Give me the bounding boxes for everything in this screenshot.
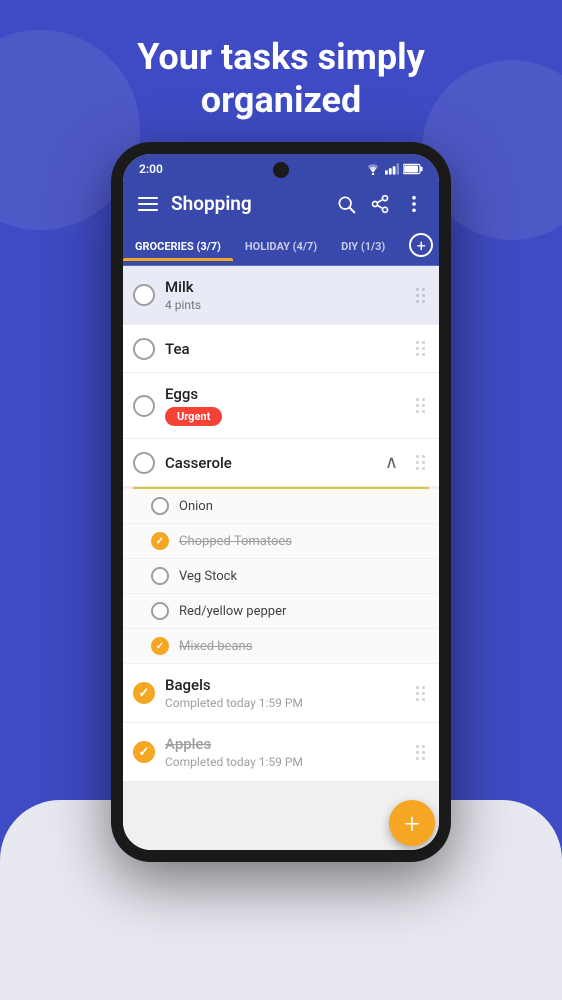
checkbox-tea[interactable] [133,338,155,360]
drag-handle-bagels [412,682,429,705]
milk-text: Milk 4 pints [165,278,402,312]
search-icon[interactable] [335,193,357,215]
list-item-eggs: Eggs Urgent [123,373,439,439]
app-title: Shopping [171,192,323,215]
checkbox-apples[interactable] [133,741,155,763]
list-item-bagels: Bagels Completed today 1:59 PM [123,664,439,723]
eggs-title: Eggs [165,385,402,403]
sub-item-onion-label: Onion [179,499,213,514]
list-content: Milk 4 pints Tea [123,266,439,850]
header-line1: Your tasks simply [137,36,424,78]
list-item-apples: Apples Completed today 1:59 PM [123,723,439,782]
header-section: Your tasks simply organized [0,0,562,142]
casserole-text: Casserole [165,454,375,472]
bagels-title: Bagels [165,676,402,694]
add-list-button[interactable]: + [397,225,439,265]
sub-item-beans-label: Mixed beans [179,639,252,654]
header-title: Your tasks simply organized [40,36,522,122]
list-item-tea: Tea [123,325,439,373]
tea-title: Tea [165,340,402,358]
drag-handle-milk [412,284,429,307]
casserole-sub-items: Onion Chopped Tomatoes Veg Stock [123,489,439,664]
casserole-title: Casserole [165,454,375,472]
urgent-badge: Urgent [165,407,222,426]
sub-item-pepper-label: Red/yellow pepper [179,604,286,619]
sub-item-vegstock-label: Veg Stock [179,569,237,584]
battery-icon [403,163,423,175]
tab-groceries[interactable]: GROCERIES (3/7) [123,230,233,261]
sub-checkbox-beans[interactable] [151,637,169,655]
more-icon[interactable] [403,193,425,215]
checkbox-bagels[interactable] [133,682,155,704]
sub-item-beans: Mixed beans [123,629,439,664]
list-item-casserole-group: Casserole ∧ [123,439,439,664]
sub-item-tomatoes-label: Chopped Tomatoes [179,534,292,549]
apples-text: Apples Completed today 1:59 PM [165,735,402,769]
sub-item-onion: Onion [123,489,439,524]
sub-item-vegstock: Veg Stock [123,559,439,594]
eggs-text: Eggs Urgent [165,385,402,426]
checkbox-eggs[interactable] [133,395,155,417]
header-line2: organized [201,79,361,121]
status-time: 2:00 [139,162,163,176]
drag-handle-casserole [412,451,429,474]
tab-holiday[interactable]: HOLIDAY (4/7) [233,230,329,261]
milk-subtitle: 4 pints [165,298,402,312]
sub-checkbox-onion[interactable] [151,497,169,515]
list-item-milk: Milk 4 pints [123,266,439,325]
apples-title: Apples [165,735,402,753]
share-icon[interactable] [369,193,391,215]
sub-item-pepper: Red/yellow pepper [123,594,439,629]
sub-checkbox-vegstock[interactable] [151,567,169,585]
menu-icon[interactable] [137,193,159,215]
milk-title: Milk [165,278,402,296]
casserole-header: Casserole ∧ [123,439,439,487]
sub-checkbox-pepper[interactable] [151,602,169,620]
app-bar: Shopping [123,182,439,225]
apples-subtitle: Completed today 1:59 PM [165,755,402,769]
phone-frame: 2:00 [111,142,451,862]
checkbox-casserole[interactable] [133,452,155,474]
casserole-expand-button[interactable]: ∧ [385,452,402,473]
phone-camera [273,162,289,178]
phone-wrapper: 2:00 [0,142,562,862]
wifi-icon [365,163,381,175]
drag-handle-tea [412,337,429,360]
phone-screen: 2:00 [123,154,439,850]
drag-handle-apples [412,741,429,764]
tab-diy[interactable]: DIY (1/3) [329,230,397,261]
bagels-subtitle: Completed today 1:59 PM [165,696,402,710]
tea-text: Tea [165,340,402,358]
tabs-bar: GROCERIES (3/7) HOLIDAY (4/7) DIY (1/3) … [123,225,439,266]
signal-icon [385,163,399,175]
bagels-text: Bagels Completed today 1:59 PM [165,676,402,710]
drag-handle-eggs [412,394,429,417]
checkbox-milk[interactable] [133,284,155,306]
add-list-icon[interactable]: + [409,233,433,257]
sub-item-tomatoes: Chopped Tomatoes [123,524,439,559]
sub-checkbox-tomatoes[interactable] [151,532,169,550]
status-icons [365,163,423,175]
